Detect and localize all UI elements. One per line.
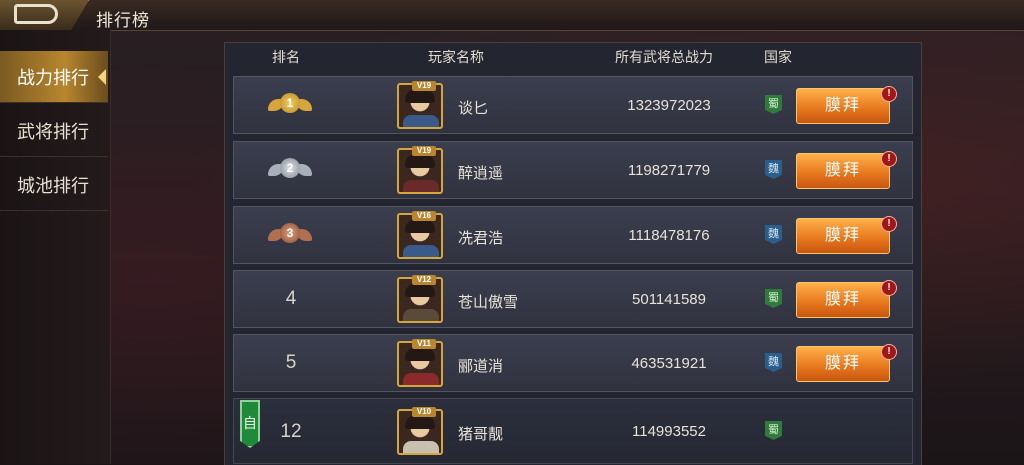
player-name: 郦道消: [458, 358, 504, 375]
vip-badge: V12: [412, 275, 436, 285]
bronze-medal-icon: 3: [268, 223, 312, 249]
sidebar-item-label: 战力排行: [17, 67, 89, 88]
vip-badge: V16: [412, 211, 436, 221]
self-tag: 自: [240, 400, 260, 448]
player-name: 醉逍遥: [458, 165, 504, 182]
total-power: 463531921: [631, 355, 707, 372]
page-title: 排行榜: [96, 11, 150, 30]
alert-icon: !: [881, 86, 897, 102]
vip-badge: V10: [412, 407, 436, 417]
player-name: 苍山傲雪: [458, 294, 519, 311]
vip-badge: V19: [412, 81, 436, 91]
worship-button[interactable]: 膜拜: [796, 346, 890, 382]
worship-button[interactable]: 膜拜: [796, 153, 890, 189]
sidebar-item-power-ranking[interactable]: 战力排行: [0, 51, 108, 103]
total-power: 1118478176: [628, 227, 710, 244]
rank-number: 12: [280, 421, 302, 442]
player-name: 谈匕: [458, 100, 489, 117]
nation-badge: 蜀: [765, 421, 782, 440]
column-header-nation: 国家: [764, 49, 792, 65]
nation-badge: 魏: [765, 160, 782, 179]
sidebar: 战力排行 武将排行 城池排行: [0, 30, 111, 464]
rank-number: 4: [285, 288, 297, 309]
back-button[interactable]: [0, 0, 89, 30]
chevron-left-icon: [98, 69, 106, 85]
sidebar-item-city-ranking[interactable]: 城池排行: [0, 159, 108, 211]
nation-badge: 蜀: [765, 95, 782, 114]
worship-button[interactable]: 膜拜: [796, 88, 890, 124]
table-row[interactable]: 1 V19 谈匕 1323972023 蜀 膜拜 !: [233, 76, 913, 134]
table-row[interactable]: 4 V12 苍山傲雪 501141589 蜀 膜拜 !: [233, 270, 913, 328]
nation-badge: 蜀: [765, 289, 782, 308]
self-rank-row: 12 V10 猪哥靓 114993552 蜀: [233, 398, 913, 464]
vip-badge: V19: [412, 146, 436, 156]
top-bar: 排行榜: [0, 0, 1024, 31]
total-power: 501141589: [632, 291, 706, 308]
vip-badge: V11: [412, 339, 436, 349]
total-power: 114993552: [632, 423, 706, 440]
gold-medal-icon: 1: [268, 93, 312, 119]
player-name: 猪哥靓: [458, 426, 504, 443]
table-row[interactable]: 3 V16 冼君浩 1118478176 魏 膜拜 !: [233, 206, 913, 264]
sidebar-item-general-ranking[interactable]: 武将排行: [0, 105, 108, 157]
total-power: 1323972023: [627, 97, 711, 114]
player-name: 冼君浩: [458, 230, 504, 247]
back-icon: [14, 4, 58, 24]
total-power: 1198271779: [627, 162, 711, 179]
nation-badge: 魏: [765, 225, 782, 244]
nation-badge: 魏: [765, 353, 782, 372]
column-header-power: 所有武将总战力: [615, 49, 713, 65]
alert-icon: !: [881, 151, 897, 167]
column-header-rank: 排名: [272, 49, 300, 65]
rank-number: 5: [285, 352, 297, 373]
alert-icon: !: [881, 216, 897, 232]
worship-button[interactable]: 膜拜: [796, 282, 890, 318]
worship-button[interactable]: 膜拜: [796, 218, 890, 254]
table-row[interactable]: 2 V19 醉逍遥 1198271779 魏 膜拜 !: [233, 141, 913, 199]
alert-icon: !: [881, 344, 897, 360]
sidebar-item-label: 城池排行: [17, 175, 89, 196]
sidebar-item-label: 武将排行: [17, 121, 89, 142]
table-row[interactable]: 5 V11 郦道消 463531921 魏 膜拜 !: [233, 334, 913, 392]
column-header-player: 玩家名称: [428, 49, 484, 65]
silver-medal-icon: 2: [268, 158, 312, 184]
alert-icon: !: [881, 280, 897, 296]
